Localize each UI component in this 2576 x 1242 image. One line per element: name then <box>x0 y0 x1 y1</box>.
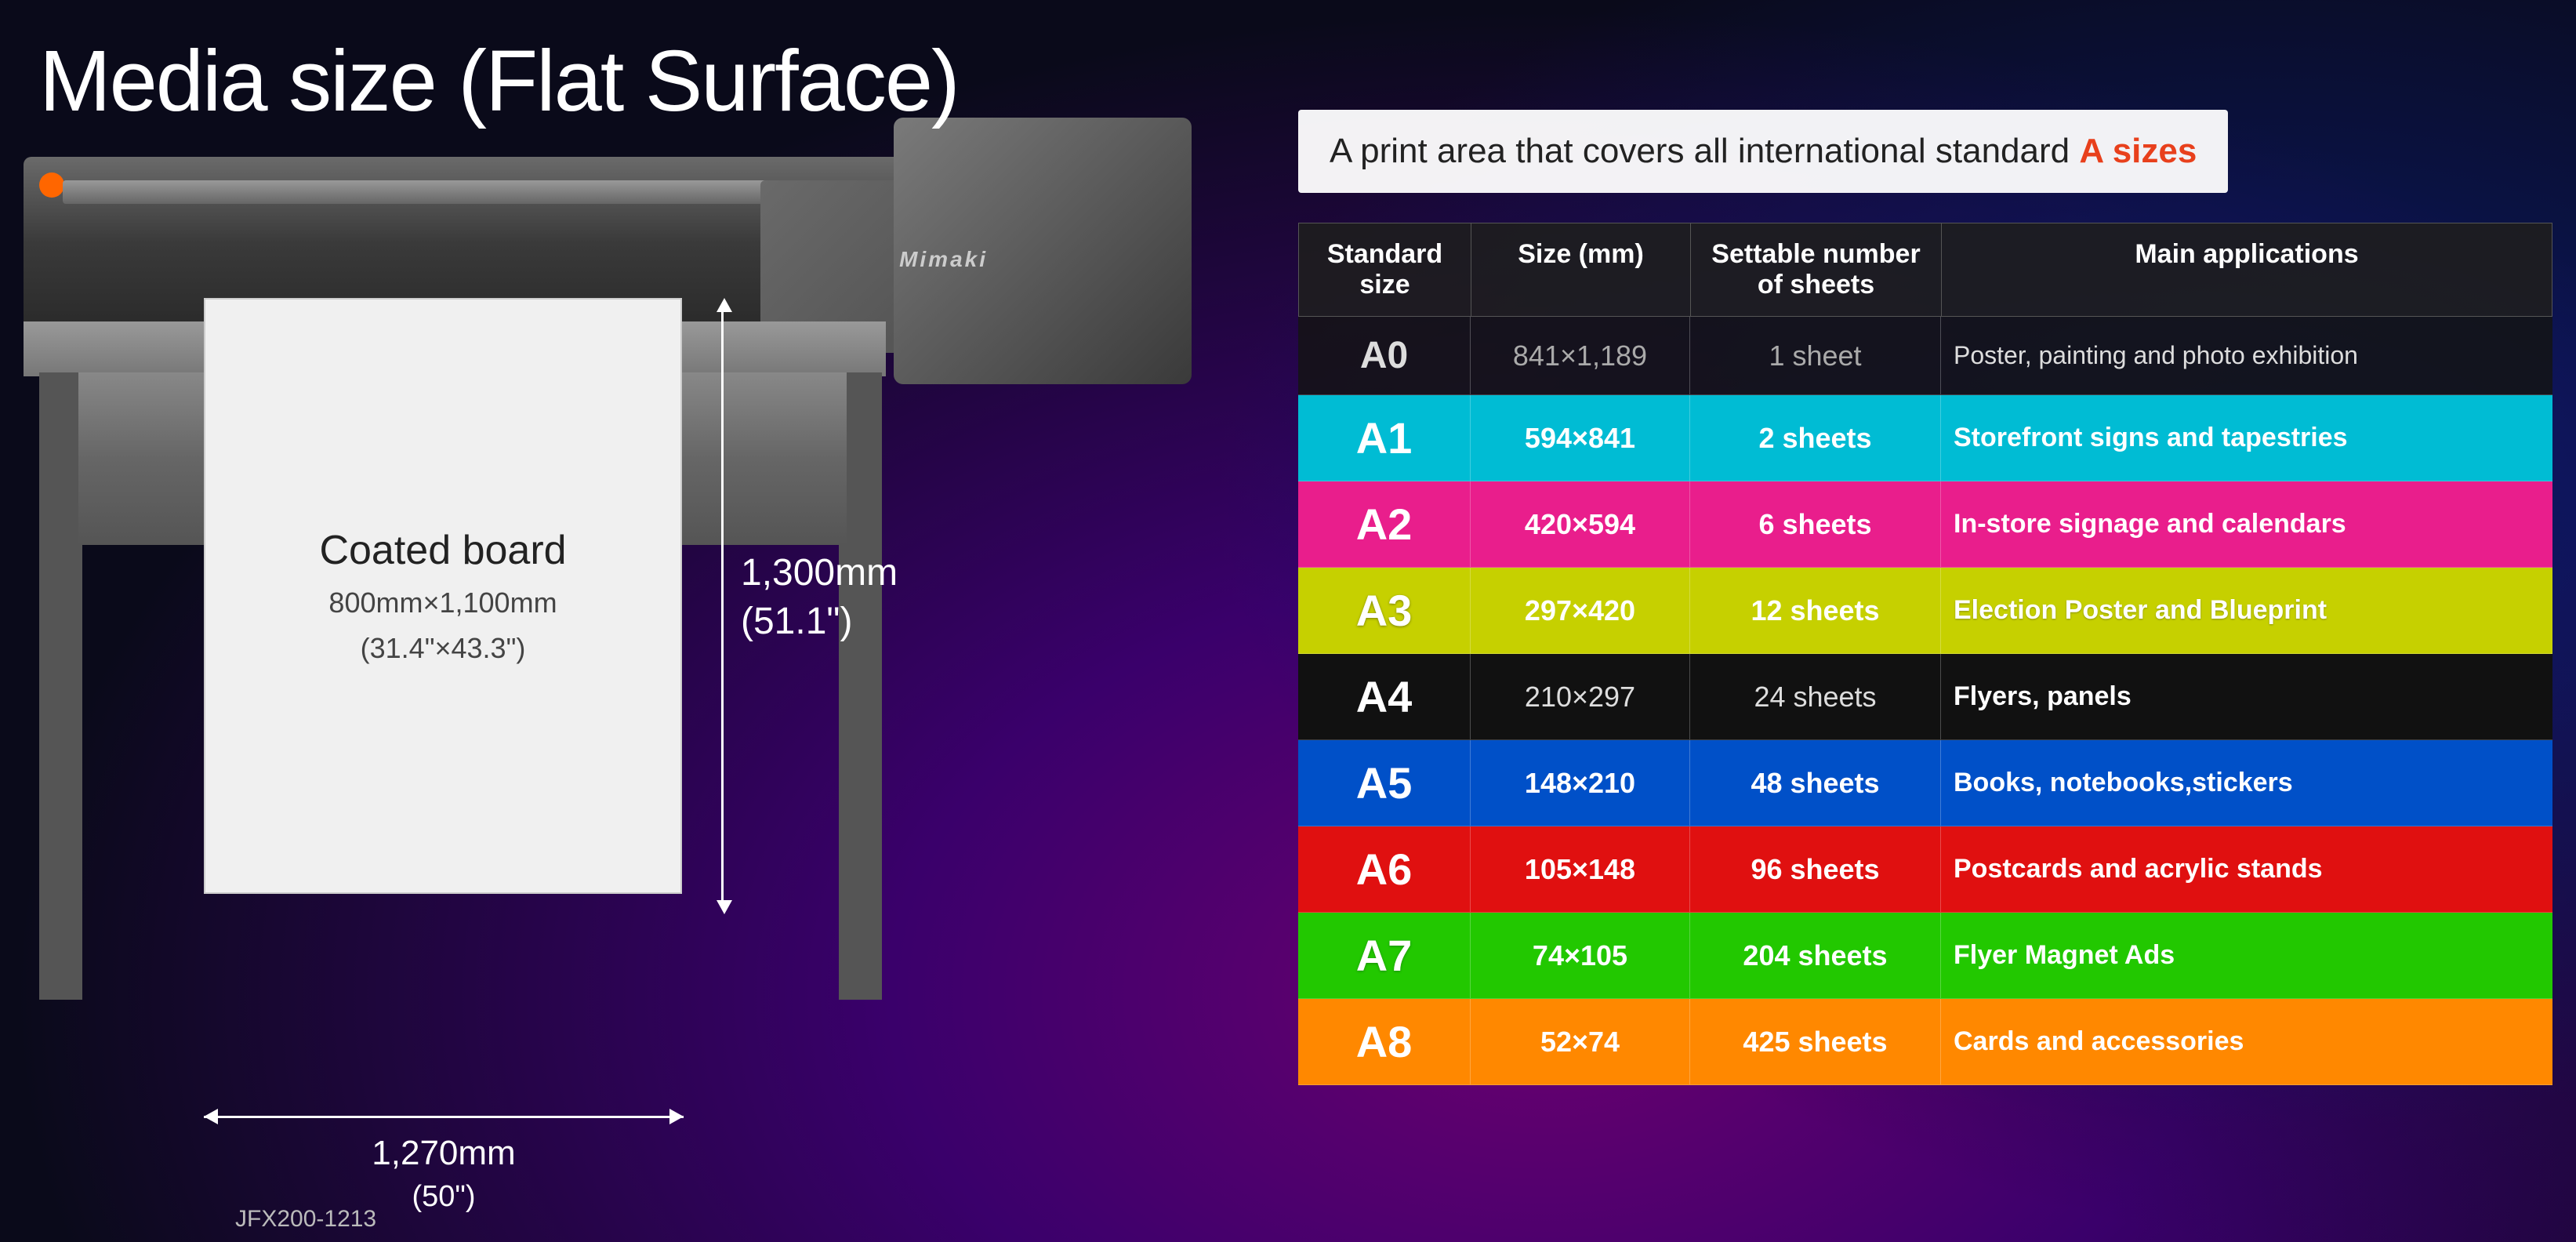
coated-board-area: Coated board 800mm×1,100mm (31.4"×43.3") <box>204 298 682 894</box>
cell-application-a2: In-store signage and calendars <box>1941 481 2552 567</box>
coated-board-title: Coated board <box>319 527 566 574</box>
col-header-size: Size (mm) <box>1471 223 1691 316</box>
height-arrow-bottom <box>717 900 732 914</box>
printer-indicator <box>39 172 64 198</box>
col-header-sheets: Settable number of sheets <box>1691 223 1942 316</box>
cell-size-a1: 594×841 <box>1471 395 1690 481</box>
cell-size-a7: 74×105 <box>1471 913 1690 998</box>
table-row-a2: A2 420×594 6 sheets In-store signage and… <box>1298 481 2552 568</box>
info-box: A print area that covers all internation… <box>1298 110 2228 193</box>
cell-size-a3: 297×420 <box>1471 568 1690 653</box>
table-row-a1: A1 594×841 2 sheets Storefront signs and… <box>1298 395 2552 481</box>
cell-sheets-a7: 204 sheets <box>1690 913 1941 998</box>
printer-logo-text: Mimaki <box>899 247 988 272</box>
cell-application-a4: Flyers, panels <box>1941 654 2552 739</box>
table-row-a8: A8 52×74 425 sheets Cards and accessorie… <box>1298 999 2552 1085</box>
cell-application-a0: Poster, painting and photo exhibition <box>1941 317 2552 394</box>
width-label: 1,270mm <box>204 1134 684 1173</box>
info-box-wrapper: A print area that covers all internation… <box>1298 110 2552 209</box>
col-header-standard: Standard size <box>1299 223 1471 316</box>
cell-size-a4: 210×297 <box>1471 654 1690 739</box>
table-row-a5: A5 148×210 48 sheets Books, notebooks,st… <box>1298 740 2552 826</box>
width-dim-line <box>204 1116 684 1118</box>
cell-standard-a8: A8 <box>1298 999 1471 1084</box>
cell-application-a8: Cards and accessories <box>1941 999 2552 1084</box>
cell-standard-a3: A3 <box>1298 568 1471 653</box>
cell-application-a5: Books, notebooks,stickers <box>1941 740 2552 826</box>
coated-board-dims-metric: 800mm×1,100mm <box>328 586 557 619</box>
page-title: Media size (Flat Surface) <box>39 31 959 131</box>
cell-standard-a5: A5 <box>1298 740 1471 826</box>
table-row-a6: A6 105×148 96 sheets Postcards and acryl… <box>1298 826 2552 913</box>
cell-standard-a7: A7 <box>1298 913 1471 998</box>
table-header: Standard size Size (mm) Settable number … <box>1298 223 2552 317</box>
height-dim-line <box>721 312 724 900</box>
cell-standard-a6: A6 <box>1298 826 1471 912</box>
cell-standard-a0: A0 <box>1298 317 1471 394</box>
cell-application-a7: Flyer Magnet Ads <box>1941 913 2552 998</box>
cell-sheets-a2: 6 sheets <box>1690 481 1941 567</box>
coated-board-dims-imperial: (31.4"×43.3") <box>361 632 526 665</box>
right-panel: A print area that covers all internation… <box>1298 110 2552 1085</box>
cell-standard-a2: A2 <box>1298 481 1471 567</box>
cell-standard-a4: A4 <box>1298 654 1471 739</box>
height-arrow-top <box>717 298 732 312</box>
table-row-a3: A3 297×420 12 sheets Election Poster and… <box>1298 568 2552 654</box>
cell-sheets-a5: 48 sheets <box>1690 740 1941 826</box>
cell-sheets-a1: 2 sheets <box>1690 395 1941 481</box>
col-header-apps: Main applications <box>1942 223 2552 316</box>
cell-sheets-a6: 96 sheets <box>1690 826 1941 912</box>
cell-size-a5: 148×210 <box>1471 740 1690 826</box>
table-body: A0 841×1,189 1 sheet Poster, painting an… <box>1298 317 2552 1085</box>
cell-size-a8: 52×74 <box>1471 999 1690 1084</box>
table-row-a4: A4 210×297 24 sheets Flyers, panels <box>1298 654 2552 740</box>
cell-sheets-a8: 425 sheets <box>1690 999 1941 1084</box>
cell-application-a1: Storefront signs and tapestries <box>1941 395 2552 481</box>
cell-size-a0: 841×1,189 <box>1471 317 1690 394</box>
cell-sheets-a0: 1 sheet <box>1690 317 1941 394</box>
cell-sheets-a3: 12 sheets <box>1690 568 1941 653</box>
model-label: JFX200-1213 <box>235 1206 376 1233</box>
table-row-a0: A0 841×1,189 1 sheet Poster, painting an… <box>1298 317 2552 395</box>
height-dim-container <box>712 298 732 914</box>
height-label: 1,300mm (51.1") <box>741 549 898 647</box>
coated-board: Coated board 800mm×1,100mm (31.4"×43.3") <box>204 298 682 894</box>
cell-standard-a1: A1 <box>1298 395 1471 481</box>
cell-sheets-a4: 24 sheets <box>1690 654 1941 739</box>
printer-leg-left <box>39 372 82 1000</box>
cell-size-a6: 105×148 <box>1471 826 1690 912</box>
cell-application-a6: Postcards and acrylic stands <box>1941 826 2552 912</box>
table-row-a7: A7 74×105 204 sheets Flyer Magnet Ads <box>1298 913 2552 999</box>
cell-application-a3: Election Poster and Blueprint <box>1941 568 2552 653</box>
cell-size-a2: 420×594 <box>1471 481 1690 567</box>
